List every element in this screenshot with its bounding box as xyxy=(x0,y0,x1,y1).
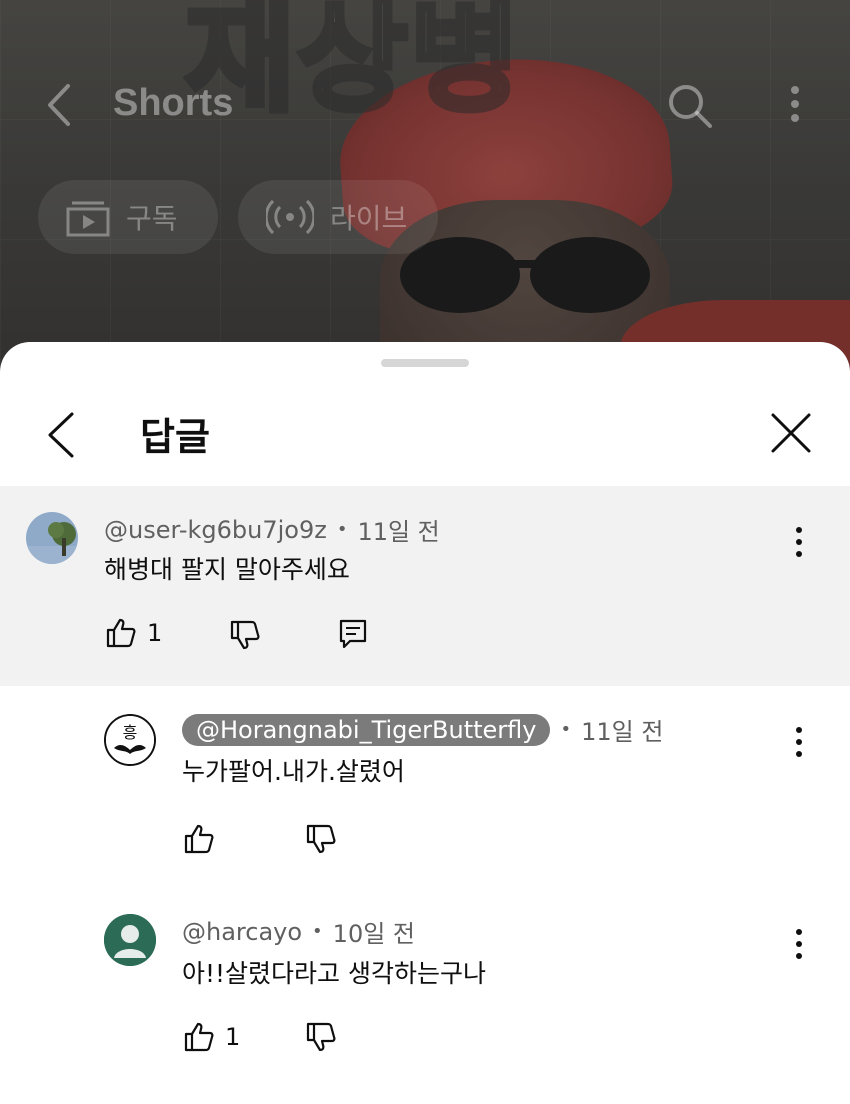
like-count: 1 xyxy=(225,1023,241,1051)
top-bar: Shorts xyxy=(0,60,850,150)
sheet-header: 답글 xyxy=(0,382,850,482)
sheet-drag-handle[interactable] xyxy=(381,359,469,367)
close-icon[interactable] xyxy=(766,408,816,458)
back-arrow-icon[interactable] xyxy=(40,80,80,130)
comment-author[interactable]: @harcayo xyxy=(182,918,302,946)
more-vert-icon[interactable] xyxy=(787,524,811,564)
avatar[interactable] xyxy=(104,914,156,966)
comment-text: 해병대 팔지 말아주세요 xyxy=(104,555,350,584)
default-avatar-icon xyxy=(104,914,156,966)
comment-text: 누가팔어.내가.살렸어 xyxy=(182,757,405,786)
comment-meta: @harcayo • 10일 전 xyxy=(182,914,415,949)
parent-comment: @user-kg6bu7jo9z • 11일 전 해병대 팔지 말아주세요 1 xyxy=(0,486,850,686)
meta-separator: • xyxy=(312,921,323,942)
like-count: 1 xyxy=(147,619,163,647)
more-vert-icon[interactable] xyxy=(780,82,810,132)
tiger-butterfly-logo: 흥 xyxy=(106,716,154,764)
back-arrow-icon[interactable] xyxy=(42,410,82,460)
comment-time: 11일 전 xyxy=(357,518,440,546)
avatar-photo xyxy=(26,512,78,564)
live-chip[interactable]: 라이브 xyxy=(238,180,438,254)
dislike-icon[interactable] xyxy=(228,618,262,652)
live-chip-label: 라이브 xyxy=(330,202,408,235)
comment-time: 10일 전 xyxy=(332,920,415,948)
subscriptions-icon xyxy=(66,201,110,237)
subscriptions-chip[interactable]: 구독 xyxy=(38,180,218,254)
svg-text:흥: 흥 xyxy=(123,723,138,742)
comment-author-highlighted[interactable]: @Horangnabi_TigerButterfly xyxy=(182,713,551,746)
meta-separator: • xyxy=(336,519,348,540)
avatar[interactable]: 흥 xyxy=(104,714,156,766)
like-icon[interactable] xyxy=(182,1020,216,1054)
comment-meta: @user-kg6bu7jo9z • 11일 전 xyxy=(104,512,440,547)
meta-separator: • xyxy=(560,719,572,740)
sheet-title: 답글 xyxy=(140,415,210,459)
search-icon[interactable] xyxy=(664,80,716,132)
more-vert-icon[interactable] xyxy=(787,724,811,764)
comment-author[interactable]: @user-kg6bu7jo9z xyxy=(104,516,327,544)
comment-time: 11일 전 xyxy=(581,718,664,746)
avatar[interactable] xyxy=(26,512,78,564)
comment-text: 아!!살렸다라고 생각하는구나 xyxy=(182,959,486,988)
dislike-icon[interactable] xyxy=(304,1020,338,1054)
shorts-title: Shorts xyxy=(113,82,234,124)
video-background: 재상병 Shorts 구독 라이브 xyxy=(0,0,850,400)
like-icon[interactable] xyxy=(182,822,216,856)
like-icon[interactable] xyxy=(104,616,138,650)
reply-icon[interactable] xyxy=(336,617,370,651)
replies-sheet: 답글 @user-kg6bu7jo9z • 11일 전 해병대 팔지 말아주세요 xyxy=(0,342,850,1104)
subscriptions-chip-label: 구독 xyxy=(126,202,178,235)
dislike-icon[interactable] xyxy=(304,822,338,856)
comment-meta: @Horangnabi_TigerButterfly • 11일 전 xyxy=(182,712,663,747)
more-vert-icon[interactable] xyxy=(787,926,811,966)
live-icon xyxy=(266,199,314,235)
